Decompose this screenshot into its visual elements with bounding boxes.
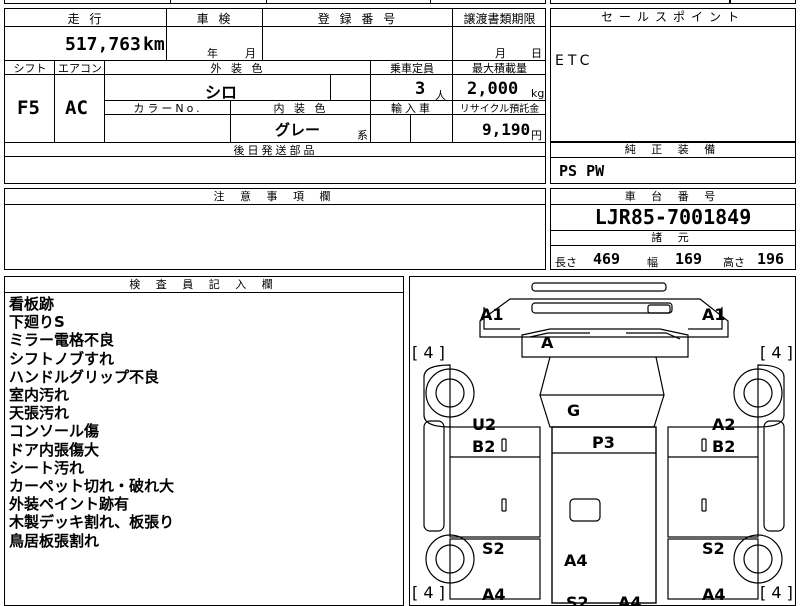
inspector-notes-box: 検 査 員 記 入 欄 看板跡 下廻りS ミラー電格不良 シフトノブすれ ハンド… bbox=[4, 276, 404, 606]
inspector-line: 室内汚れ bbox=[9, 386, 70, 405]
inspector-line: ドア内張傷大 bbox=[9, 440, 100, 459]
shift-label: シフト bbox=[13, 62, 47, 75]
registration-label: 登 録 番 号 bbox=[317, 12, 399, 26]
damage-mark-p3: P3 bbox=[592, 433, 615, 452]
capacity-value: 3 bbox=[415, 79, 426, 99]
mileage-value: 517,763 bbox=[65, 34, 141, 55]
chassis-box: 車 台 番 号 LJR85-7001849 諸 元 長さ 469 幅 169 高… bbox=[550, 188, 796, 270]
interior-color-value: グレー bbox=[275, 121, 321, 139]
damage-mark-a-windshield: A bbox=[541, 333, 554, 352]
inspector-line: カーペット切れ・破れ大 bbox=[9, 477, 175, 496]
inspector-line: 外装ペイント跡有 bbox=[9, 495, 130, 514]
damage-mark-a4-center: A4 bbox=[564, 551, 588, 570]
tire-tread-left-top: [ 4 ] bbox=[412, 343, 445, 362]
damage-mark-s2-right: S2 bbox=[702, 539, 725, 558]
vehicle-spec-table: 走 行 車 検 登 録 番 号 譲渡書類期限 517,763 km 年 月 月 … bbox=[4, 8, 546, 184]
damage-mark-g: G bbox=[567, 401, 581, 420]
color-no-label: カラーNo. bbox=[133, 102, 203, 115]
recycle-unit: 円 bbox=[531, 129, 542, 142]
capacity-label: 乗車定員 bbox=[390, 62, 434, 75]
inspector-lines: 看板跡 下廻りS ミラー電格不良 シフトノブすれ ハンドルグリップ不良 室内汚れ… bbox=[9, 295, 174, 550]
damage-mark-a1-right: A1 bbox=[702, 305, 726, 324]
inspector-label: 検 査 員 記 入 欄 bbox=[5, 277, 403, 293]
inspector-line: ミラー電格不良 bbox=[9, 331, 115, 350]
sales-point-value: ETC bbox=[555, 53, 594, 69]
later-parts-label: 後日発送部品 bbox=[233, 144, 318, 157]
inspection-label: 車 検 bbox=[196, 12, 234, 26]
import-label: 輸入車 bbox=[391, 102, 433, 115]
damage-mark-s2-left: S2 bbox=[482, 539, 505, 558]
transfer-label: 譲渡書類期限 bbox=[463, 12, 536, 26]
inspector-line: 天張汚れ bbox=[9, 404, 70, 423]
max-load-value: 2,000 bbox=[467, 79, 519, 99]
damage-mark-b2-right: B2 bbox=[712, 437, 736, 456]
spec-width-label: 幅 bbox=[647, 256, 658, 269]
inspector-line: ハンドルグリップ不良 bbox=[9, 367, 160, 386]
tire-tread-right-top: [ 4 ] bbox=[760, 343, 793, 362]
damage-diagram-box: [ 4 ] [ 4 ] [ 4 ] [ 4 ] A1 A1 A G U2 B2 … bbox=[409, 276, 796, 606]
mileage-unit: km bbox=[143, 34, 165, 55]
inspection-year-unit: 年 bbox=[207, 47, 218, 60]
chassis-value: LJR85-7001849 bbox=[594, 205, 752, 229]
damage-mark-u2: U2 bbox=[472, 415, 497, 434]
specs-label: 諸 元 bbox=[551, 231, 795, 246]
damage-mark-a2: A2 bbox=[712, 415, 736, 434]
inspector-line: シフトノブすれ bbox=[9, 349, 115, 368]
inspection-month-unit: 月 bbox=[245, 47, 256, 60]
spec-height-label: 高さ bbox=[723, 256, 745, 269]
interior-color-label: 内 装 色 bbox=[273, 102, 329, 115]
inspector-line: 鳥居板張割れ bbox=[9, 531, 100, 550]
top-strip-far-right bbox=[730, 0, 796, 4]
standard-equipment-box: 純 正 装 備 PS PW bbox=[550, 142, 796, 184]
recycle-value: 9,190 bbox=[482, 120, 531, 139]
max-load-label: 最大積載量 bbox=[472, 62, 527, 75]
spec-height-value: 196 bbox=[757, 250, 785, 268]
damage-mark-a1-left: A1 bbox=[480, 305, 504, 324]
mileage-label: 走 行 bbox=[67, 12, 105, 26]
aircon-label: エアコン bbox=[58, 62, 102, 75]
sales-point-box: セールスポイント ETC bbox=[550, 8, 796, 142]
spec-width-value: 169 bbox=[675, 250, 703, 268]
inspector-line: コンソール傷 bbox=[9, 422, 100, 441]
aircon-value: AC bbox=[65, 97, 88, 119]
spec-length-label: 長さ bbox=[555, 256, 577, 269]
inspector-line: シート汚れ bbox=[9, 458, 85, 477]
top-strip bbox=[4, 0, 546, 4]
recycle-label: リサイクル預託金 bbox=[459, 104, 540, 115]
notes-label: 注 意 事 項 欄 bbox=[5, 189, 545, 205]
top-strip-right bbox=[550, 0, 730, 4]
tire-tread-left-bottom: [ 4 ] bbox=[412, 583, 445, 602]
damage-mark-a4-left-bottom: A4 bbox=[482, 585, 506, 604]
inspector-line: 下廻りS bbox=[9, 313, 65, 332]
exterior-color-label: 外 装 色 bbox=[210, 62, 266, 75]
tire-tread-right-bottom: [ 4 ] bbox=[760, 583, 793, 602]
damage-mark-a4-right-bottom: A4 bbox=[702, 585, 726, 604]
interior-color-suffix: 系 bbox=[357, 129, 368, 142]
inspector-line: 看板跡 bbox=[9, 295, 55, 313]
sales-point-label: セールスポイント bbox=[551, 9, 795, 27]
shift-value: F5 bbox=[17, 97, 40, 119]
standard-equipment-label: 純 正 装 備 bbox=[551, 143, 795, 158]
inspector-line: 木製デッキ割れ、板張り bbox=[9, 513, 175, 532]
chassis-label: 車 台 番 号 bbox=[551, 189, 795, 205]
max-load-unit: kg bbox=[531, 87, 545, 100]
transfer-month-unit: 月 bbox=[495, 47, 506, 60]
notes-box: 注 意 事 項 欄 bbox=[4, 188, 546, 270]
standard-equipment-value: PS PW bbox=[559, 162, 605, 180]
transfer-day-unit: 日 bbox=[531, 47, 542, 60]
spec-length-value: 469 bbox=[593, 250, 621, 268]
damage-mark-b2-left: B2 bbox=[472, 437, 496, 456]
